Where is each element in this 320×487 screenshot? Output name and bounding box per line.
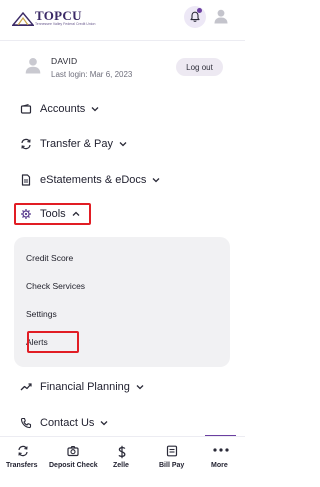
- chevron-down-icon: [91, 107, 99, 112]
- notification-badge: [197, 8, 202, 13]
- chevron-down-icon: [136, 385, 144, 390]
- last-login-text: Last login: Mar 6, 2023: [51, 70, 133, 79]
- nav-deposit-check[interactable]: Deposit Check: [46, 437, 100, 487]
- dollar-icon: [118, 445, 126, 459]
- transfer-icon: [18, 445, 28, 457]
- menu-item-estatements[interactable]: eStatements & eDocs: [20, 170, 160, 190]
- alerts-highlight-box: [27, 331, 79, 353]
- tools-highlight-box: [14, 203, 91, 225]
- avatar-icon: [25, 58, 41, 74]
- topcu-logo[interactable]: TOPCU Tennessee Valley Federal Credit Un…: [12, 8, 95, 28]
- user-icon[interactable]: [213, 8, 229, 24]
- submenu-item-credit-score[interactable]: Credit Score: [26, 253, 73, 263]
- menu-item-transfer-pay[interactable]: Transfer & Pay: [20, 134, 127, 154]
- chevron-down-icon: [152, 178, 160, 183]
- menu-item-accounts[interactable]: Accounts: [20, 99, 99, 119]
- nav-transfers[interactable]: Transfers: [0, 437, 46, 487]
- more-dots-icon: [213, 448, 229, 452]
- chevron-down-icon: [119, 142, 127, 147]
- header-divider: [0, 40, 245, 41]
- transfer-arrows-icon: [21, 138, 31, 150]
- menu-label-financial-planning: Financial Planning: [40, 381, 130, 393]
- submenu-item-check-services[interactable]: Check Services: [26, 281, 85, 291]
- trend-line-icon: [20, 383, 32, 391]
- nav-bill-pay[interactable]: Bill Pay: [144, 437, 200, 487]
- bill-icon: [166, 445, 178, 457]
- menu-label-accounts: Accounts: [40, 103, 86, 115]
- logo-mark-icon: [12, 11, 34, 26]
- menu-item-contact-us[interactable]: Contact Us: [20, 413, 108, 433]
- document-icon: [21, 174, 31, 186]
- user-name: DAVID: [51, 56, 78, 66]
- nav-label-transfers: Transfers: [6, 462, 38, 469]
- nav-label-more: More: [211, 462, 228, 469]
- menu-label-transfer-pay: Transfer & Pay: [40, 138, 113, 150]
- chevron-down-icon: [100, 421, 108, 426]
- nav-more[interactable]: More: [200, 437, 245, 487]
- logo-subtext: Tennessee Valley Federal Credit Union: [35, 22, 96, 26]
- logout-button[interactable]: Log out: [176, 58, 223, 76]
- phone-icon: [20, 417, 32, 429]
- wallet-icon: [20, 103, 32, 114]
- menu-item-financial-planning[interactable]: Financial Planning: [20, 377, 144, 397]
- camera-icon: [67, 446, 79, 457]
- nav-label-bill-pay: Bill Pay: [159, 462, 185, 469]
- notifications-button[interactable]: [184, 6, 206, 28]
- menu-label-contact-us: Contact Us: [40, 417, 95, 429]
- submenu-item-settings[interactable]: Settings: [26, 309, 57, 319]
- nav-label-zelle: Zelle: [113, 462, 129, 469]
- bottom-nav: Transfers Deposit Check Zelle Bill Pay M…: [0, 436, 245, 487]
- nav-label-deposit-check: Deposit Check: [49, 462, 98, 469]
- nav-zelle[interactable]: Zelle: [100, 437, 144, 487]
- menu-label-estatements: eStatements & eDocs: [40, 174, 147, 186]
- app-header: TOPCU Tennessee Valley Federal Credit Un…: [0, 0, 245, 40]
